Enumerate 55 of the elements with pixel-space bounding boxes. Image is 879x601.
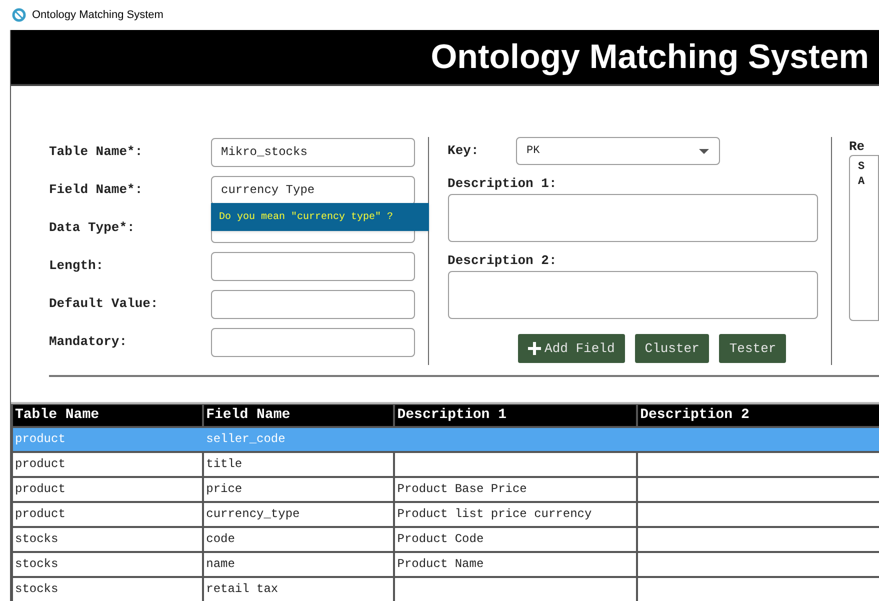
table-cell: stocks xyxy=(13,528,202,551)
result-line: S xyxy=(858,160,866,176)
table-cell: stocks xyxy=(13,578,202,601)
table-row[interactable]: stocks name Product Name xyxy=(13,553,879,576)
plus-icon xyxy=(528,342,541,356)
field-label: Table Name*: xyxy=(49,143,144,162)
description-field[interactable] xyxy=(448,271,818,320)
result-line: A xyxy=(858,175,866,190)
table-cell: title xyxy=(204,453,394,476)
table-cell: name xyxy=(204,553,394,576)
table-cell: product xyxy=(13,503,202,526)
key-dropdown[interactable]: PK xyxy=(516,137,720,166)
text-field[interactable]: currency Type xyxy=(211,176,415,205)
column-header: Description 1 xyxy=(395,405,636,426)
field-label: Data Type*: xyxy=(49,219,136,238)
column-header: Table Name xyxy=(13,405,202,426)
table-cell: stocks xyxy=(13,553,202,576)
field-label: Length: xyxy=(49,257,105,276)
column-header: Field Name xyxy=(204,405,394,426)
banner-title: Ontology Matching System xyxy=(430,36,869,78)
table-cell: Product Code xyxy=(395,528,636,551)
field-label: Default Value: xyxy=(49,295,160,314)
text-field[interactable] xyxy=(211,328,415,357)
table-row[interactable]: product currency_type Product list price currency xyxy=(13,503,879,526)
table-cell: price xyxy=(204,478,394,501)
text-field[interactable] xyxy=(211,290,415,319)
action-button[interactable]: Tester xyxy=(719,334,786,364)
table-row[interactable]: stocks retail tax xyxy=(13,578,879,601)
table-cell: currency_type xyxy=(204,503,394,526)
table-cell: code xyxy=(204,528,394,551)
field-label: Mandatory: xyxy=(49,333,128,352)
table-row[interactable]: product price Product Base Price xyxy=(13,478,879,501)
app-logo-icon xyxy=(12,8,26,22)
table-cell: Product Name xyxy=(395,553,636,576)
text-field[interactable] xyxy=(211,252,415,281)
action-button[interactable]: Add Field xyxy=(518,334,625,364)
description-field[interactable] xyxy=(448,194,818,242)
field-label: Field Name*: xyxy=(49,181,144,200)
text-field[interactable]: Mikro_stocks xyxy=(211,138,415,167)
caret-icon xyxy=(698,148,709,154)
table-row[interactable]: product title xyxy=(13,453,879,476)
table-cell: product xyxy=(13,478,202,501)
action-button[interactable]: Cluster xyxy=(634,334,710,364)
description-label: Description 2: xyxy=(448,253,558,270)
key-label: Key: xyxy=(448,142,480,160)
table-row[interactable]: stocks code Product Code xyxy=(13,528,879,551)
table-cell: Product list price currency xyxy=(395,503,636,526)
panel-label: Re xyxy=(849,138,866,156)
description-label: Description 1: xyxy=(448,176,558,192)
window-title: Ontology Matching System xyxy=(32,8,164,23)
suggestion-tooltip: Do you mean "currency type" ? xyxy=(211,203,429,232)
table-cell: product xyxy=(13,453,202,476)
table-cell: Product Base Price xyxy=(395,478,636,501)
table-cell: retail tax xyxy=(204,578,394,601)
column-header: Description 2 xyxy=(638,405,879,426)
